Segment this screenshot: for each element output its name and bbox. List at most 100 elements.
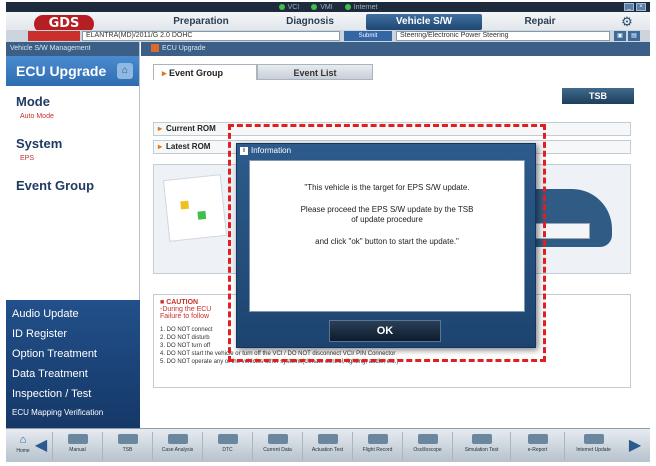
flight-record-icon [367, 434, 388, 444]
toolbar-case-analysis[interactable]: Case Analysis [152, 432, 202, 460]
toolbar-current-data[interactable]: Current Data [252, 432, 302, 460]
minimize-icon[interactable]: _ [624, 3, 634, 11]
current-rom-label: Current ROM [166, 124, 216, 133]
tsb-icon [117, 434, 138, 444]
dialog-line-2: Please proceed the EPS S/W update by the… [258, 205, 516, 225]
bottom-toolbar: ⌂ Home ◀ Manual TSB Case Analysis DTC Cur… [6, 428, 650, 462]
sidebar-header: Vehicle S/W Management [6, 42, 139, 56]
submit-button[interactable]: Submit [344, 31, 392, 41]
sidebar-item-id-register[interactable]: ID Register [6, 324, 140, 344]
caution-line: 4. DO NOT start the vehicle or turn off … [160, 351, 396, 357]
arrow-icon: ▸ [158, 142, 163, 151]
sidebar-system: System EPS [6, 128, 139, 170]
tab-diagnosis[interactable]: Diagnosis [264, 14, 356, 30]
toolbar-home[interactable]: ⌂ Home [16, 432, 30, 460]
toolbar-e-report[interactable]: e-Report [510, 432, 564, 460]
vehicle-info-icon[interactable]: ▣ [614, 31, 626, 41]
ok-button[interactable]: OK [329, 320, 441, 342]
sidebar-item-data-treatment[interactable]: Data Treatment [6, 364, 140, 384]
caution-line: 5. DO NOT operate any of the vehicles ot… [160, 359, 399, 365]
actuation-test-icon [317, 434, 338, 444]
tab-vehicle-sw-management[interactable]: Vehicle S/W Management [366, 14, 482, 43]
toolbar-label: Case Analysis [161, 447, 194, 453]
tab-event-group[interactable]: ▸ Event Group [153, 64, 257, 80]
vehicle-window-image [530, 223, 590, 239]
latest-rom-label: Latest ROM [166, 142, 211, 151]
ecu-icon [151, 44, 159, 53]
toolbar-next-arrow-icon[interactable]: ▶ [628, 435, 642, 457]
home-icon[interactable]: ⌂ [117, 63, 133, 79]
dialog-title: Information [251, 146, 292, 155]
sidebar-item-inspection-test[interactable]: Inspection / Test [6, 384, 140, 404]
toolbar-label: TSB [122, 447, 133, 453]
main-header-text: ECU Upgrade [162, 45, 206, 52]
information-dialog: i Information "This vehicle is the targe… [236, 143, 536, 348]
status-vci: VCI [278, 4, 299, 11]
chip-icon [197, 210, 207, 220]
arrow-icon: ▸ [158, 124, 163, 133]
event-tabs: ▸ Event Group Event List [153, 64, 373, 80]
toolbar-home-label: Home [16, 448, 30, 454]
system-label: System [16, 136, 63, 151]
toolbar-actuation-test[interactable]: Actuation Test [302, 432, 352, 460]
dialog-message: "This vehicle is the target for EPS S/W … [249, 160, 525, 312]
mode-value: Auto Mode [20, 113, 54, 120]
vehicle-type-button[interactable] [28, 31, 80, 41]
system-field[interactable]: Steering/Electronic Power Steering [396, 31, 610, 41]
tab-event-list[interactable]: Event List [257, 64, 373, 80]
gear-icon[interactable]: ⚙ [618, 15, 636, 29]
status-internet: Internet [344, 4, 377, 11]
tsb-button[interactable]: TSB [562, 88, 634, 104]
vehicle-bar: ELANTRA(MD)/2011/G 2.0 DOHC Submit Steer… [6, 30, 650, 42]
close-icon[interactable]: × [636, 3, 646, 11]
toolbar-prev-arrow-icon[interactable]: ◀ [34, 435, 48, 457]
toolbar-flight-record[interactable]: Flight Record [352, 432, 402, 460]
simulation-test-icon [471, 434, 492, 444]
dialog-line-3: and click "ok" button to start the updat… [315, 237, 459, 246]
dialog-title-bar: i Information [237, 144, 535, 158]
info-icon: i [240, 147, 248, 155]
sidebar-item-option-treatment[interactable]: Option Treatment [6, 344, 140, 364]
toolbar-label: e-Report [527, 447, 548, 453]
toolbar-label: Oscilloscope [413, 447, 442, 453]
current-rom-row: ▸ Current ROM [153, 122, 631, 136]
toolbar-simulation-test[interactable]: Simulation Test [452, 432, 510, 460]
internet-update-icon [583, 434, 604, 444]
event-group-label: Event Group [16, 178, 95, 193]
dialog-line-2a: Please proceed the EPS S/W update by the… [300, 205, 474, 214]
dialog-line-2b: of update procedure [351, 215, 423, 224]
vehicle-list-icon[interactable]: ▤ [628, 31, 640, 41]
tab-preparation[interactable]: Preparation [152, 14, 250, 30]
tab-event-group-label: Event Group [169, 68, 224, 78]
vehicle-field[interactable]: ELANTRA(MD)/2011/G 2.0 DOHC [82, 31, 340, 41]
toolbar-dtc[interactable]: DTC [202, 432, 252, 460]
mode-label: Mode [16, 94, 50, 109]
sidebar-title: ECU Upgrade ⌂ [6, 56, 139, 86]
sidebar-title-text: ECU Upgrade [16, 63, 107, 79]
sidebar-item-ecu-mapping[interactable]: ECU Mapping Verification [6, 404, 140, 424]
toolbar-tsb[interactable]: TSB [102, 432, 152, 460]
system-value: EPS [20, 155, 35, 162]
main-header: ECU Upgrade [141, 42, 650, 56]
sidebar-item-audio-update[interactable]: Audio Update [6, 304, 140, 324]
e-report-icon [527, 434, 548, 444]
case-analysis-icon [167, 434, 188, 444]
caution-title-text: CAUTION [166, 299, 199, 306]
dtc-icon [217, 434, 238, 444]
status-vmi: VMI [311, 4, 333, 11]
sidebar: Vehicle S/W Management ECU Upgrade ⌂ Mod… [6, 42, 140, 428]
toolbar-label: Simulation Test [464, 447, 499, 453]
toolbar-label: Current Data [263, 447, 292, 453]
toolbar-oscilloscope[interactable]: Oscilloscope [402, 432, 452, 460]
tab-arrow-icon: ▸ [162, 68, 170, 78]
manual-icon [67, 434, 88, 444]
procedure-card-image [162, 174, 228, 242]
toolbar-label: Actuation Test [311, 447, 344, 453]
tab-repair[interactable]: Repair [492, 14, 588, 30]
toolbar-label: Internet Update [576, 447, 611, 453]
toolbar-internet-update[interactable]: Internet Update [564, 432, 622, 460]
toolbar-label: Flight Record [362, 447, 393, 453]
toolbar-label: Manual [69, 447, 86, 453]
toolbar-manual[interactable]: Manual [52, 432, 102, 460]
dialog-line-1: "This vehicle is the target for EPS S/W … [304, 183, 470, 192]
